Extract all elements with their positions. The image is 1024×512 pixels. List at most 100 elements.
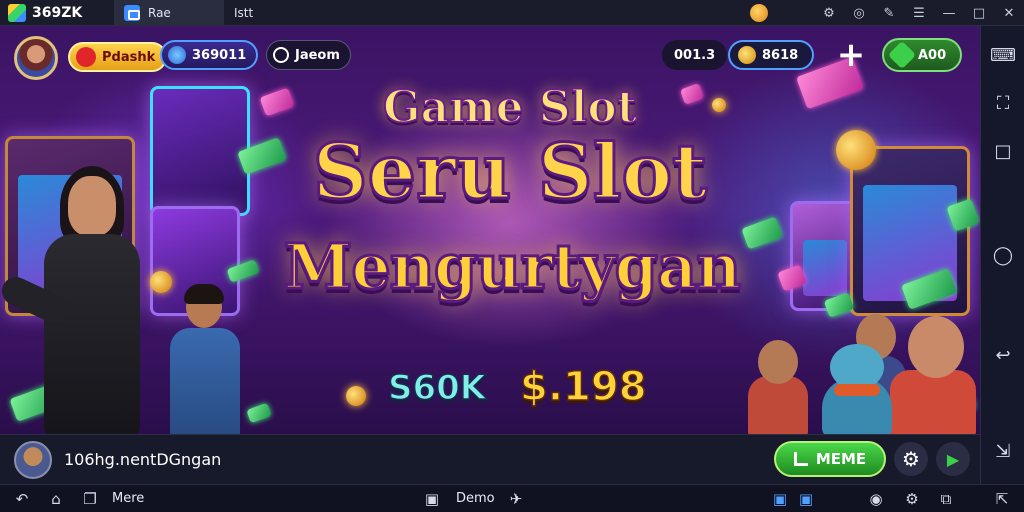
account-icon: ⚙ bbox=[823, 5, 835, 21]
back-arrow-icon: ↶ bbox=[15, 490, 29, 508]
tab-game-label: Istt bbox=[234, 5, 254, 20]
prize-amount-b: $.198 bbox=[519, 363, 647, 411]
boy-character bbox=[160, 284, 250, 434]
screenshot-button[interactable]: ▣ bbox=[420, 488, 444, 510]
app-name: 369ZK bbox=[32, 4, 83, 21]
level-value: 001.3 bbox=[674, 47, 716, 63]
promo-icon bbox=[76, 47, 96, 67]
game-settings-button[interactable]: ⚙ bbox=[894, 442, 928, 476]
hero-character bbox=[0, 166, 170, 434]
shop-button[interactable]: A00 bbox=[882, 38, 963, 72]
fullscreen-button[interactable]: ⛶ bbox=[988, 88, 1018, 118]
player-avatar[interactable] bbox=[14, 36, 58, 80]
coin-icon bbox=[738, 46, 756, 64]
nav-recent-button[interactable]: ❐ bbox=[78, 488, 102, 510]
record-icon: ◉ bbox=[869, 490, 883, 508]
layers-icon: ⧉ bbox=[940, 490, 952, 508]
coin-balance[interactable]: 8618 bbox=[728, 40, 815, 70]
home-icon: ⌂ bbox=[51, 490, 61, 508]
more-label[interactable]: Mere bbox=[112, 491, 144, 506]
coin-button[interactable] bbox=[744, 0, 774, 26]
home-icon bbox=[124, 4, 140, 21]
hero-jacket bbox=[44, 234, 140, 434]
gem-icon bbox=[259, 87, 295, 117]
record-button[interactable]: ◉ bbox=[864, 488, 888, 510]
hero-head bbox=[68, 176, 116, 236]
window-button[interactable]: □ bbox=[988, 136, 1018, 166]
gem-icon bbox=[679, 83, 705, 105]
crowd-head bbox=[908, 316, 964, 378]
seal-scarf bbox=[834, 384, 880, 396]
coin-icon bbox=[710, 96, 728, 114]
emulator-sidebar: ⌨ ⛶ □ ◯ ↩ ⇲ bbox=[980, 26, 1024, 484]
play-arrow-icon: ▶ bbox=[946, 449, 960, 469]
gem-balance-value: 369011 bbox=[192, 47, 247, 63]
promo-badge[interactable]: Pdashk bbox=[68, 42, 168, 72]
gamepad-button[interactable]: ✈ bbox=[504, 488, 528, 510]
shop-icon bbox=[887, 40, 917, 70]
help-button[interactable]: ◎ bbox=[844, 0, 874, 26]
gem-balance[interactable]: 369011 bbox=[160, 40, 259, 70]
screenshot-icon: ▣ bbox=[424, 490, 440, 508]
gamepad-icon: ✈ bbox=[509, 490, 523, 508]
bluetooth-button[interactable]: ▣ bbox=[770, 488, 790, 510]
seal-mascot bbox=[822, 344, 892, 434]
gear-icon: ⚙ bbox=[902, 447, 920, 471]
tab-game[interactable]: Istt bbox=[0, 0, 263, 42]
check-icon bbox=[793, 452, 808, 466]
location-button[interactable]: ◯ bbox=[988, 240, 1018, 270]
clock-icon bbox=[273, 47, 289, 63]
app-logo-icon bbox=[8, 3, 26, 22]
profile-avatar[interactable] bbox=[14, 441, 52, 479]
machine-screen bbox=[803, 240, 847, 296]
resize-button[interactable]: ⇲ bbox=[988, 436, 1018, 466]
nav-back-button[interactable]: ↶ bbox=[10, 488, 34, 510]
gem-icon bbox=[168, 46, 186, 64]
crowd-person bbox=[748, 376, 808, 434]
crowd-person bbox=[890, 370, 976, 434]
cash-icon bbox=[246, 402, 272, 424]
play-button-label: MEME bbox=[815, 450, 867, 468]
settings-icon: ✎ bbox=[883, 5, 895, 21]
resize-icon: ⇲ bbox=[995, 440, 1011, 462]
timer-badge[interactable]: Jaeom bbox=[266, 40, 351, 70]
coin-icon bbox=[750, 4, 768, 22]
minimize-icon: — bbox=[942, 5, 956, 21]
nav-home-button[interactable]: ⌂ bbox=[44, 488, 68, 510]
location-icon: ◯ bbox=[992, 244, 1014, 266]
game-title-label: 106hg.nentDGngan bbox=[64, 450, 222, 469]
back-icon: ↩ bbox=[995, 344, 1011, 366]
game-bottom-bar: 106hg.nentDGngan MEME ⚙ ▶ bbox=[0, 434, 980, 484]
menu-button[interactable]: ☰ bbox=[904, 0, 934, 26]
tab-home[interactable]: Rae bbox=[114, 0, 224, 26]
coin-icon bbox=[343, 383, 369, 409]
minimize-button[interactable]: — bbox=[934, 0, 964, 26]
close-button[interactable]: ✕ bbox=[994, 0, 1024, 26]
account-button[interactable]: ⚙ bbox=[814, 0, 844, 26]
multi-instance-button[interactable]: ⧉ bbox=[934, 488, 958, 510]
window-controls: ⚙ ◎ ✎ ☰ — □ ✕ bbox=[744, 0, 1024, 26]
settings-button[interactable]: ⚙ bbox=[900, 488, 924, 510]
android-nav-bar: ↶ ⌂ ❐ Mere ▣ Demo ✈ ▣ ▣ ◉ ⚙ ⧉ ⇱ bbox=[0, 484, 1024, 512]
recent-apps-icon: ❐ bbox=[83, 490, 97, 508]
network-button[interactable]: ▣ bbox=[796, 488, 816, 510]
back-button[interactable]: ↩ bbox=[988, 340, 1018, 370]
expand-button[interactable]: ⇱ bbox=[990, 488, 1014, 510]
gear-icon: ⚙ bbox=[905, 490, 919, 508]
play-button[interactable]: MEME bbox=[774, 441, 886, 477]
boy-hair bbox=[184, 284, 224, 304]
next-button[interactable]: ▶ bbox=[936, 442, 970, 476]
settings-button[interactable]: ✎ bbox=[874, 0, 904, 26]
plus-icon: + bbox=[836, 35, 866, 75]
add-coins-button[interactable]: + bbox=[834, 35, 868, 75]
maximize-button[interactable]: □ bbox=[964, 0, 994, 26]
keyboard-button[interactable]: ⌨ bbox=[988, 40, 1018, 70]
keyboard-icon: ⌨ bbox=[990, 44, 1016, 66]
timer-label: Jaeom bbox=[295, 47, 340, 63]
close-icon: ✕ bbox=[1003, 5, 1015, 21]
title-bar: 369ZK Rae Istt ⚙ ◎ ✎ ☰ — □ ✕ bbox=[0, 0, 1024, 42]
expand-icon: ⇱ bbox=[995, 490, 1009, 508]
menu-icon: ☰ bbox=[913, 5, 925, 21]
banner-line1: Game Slot bbox=[382, 81, 638, 134]
game-viewport[interactable]: Game Slot Seru Slot Mengurtygan S60K $.1… bbox=[0, 26, 980, 434]
